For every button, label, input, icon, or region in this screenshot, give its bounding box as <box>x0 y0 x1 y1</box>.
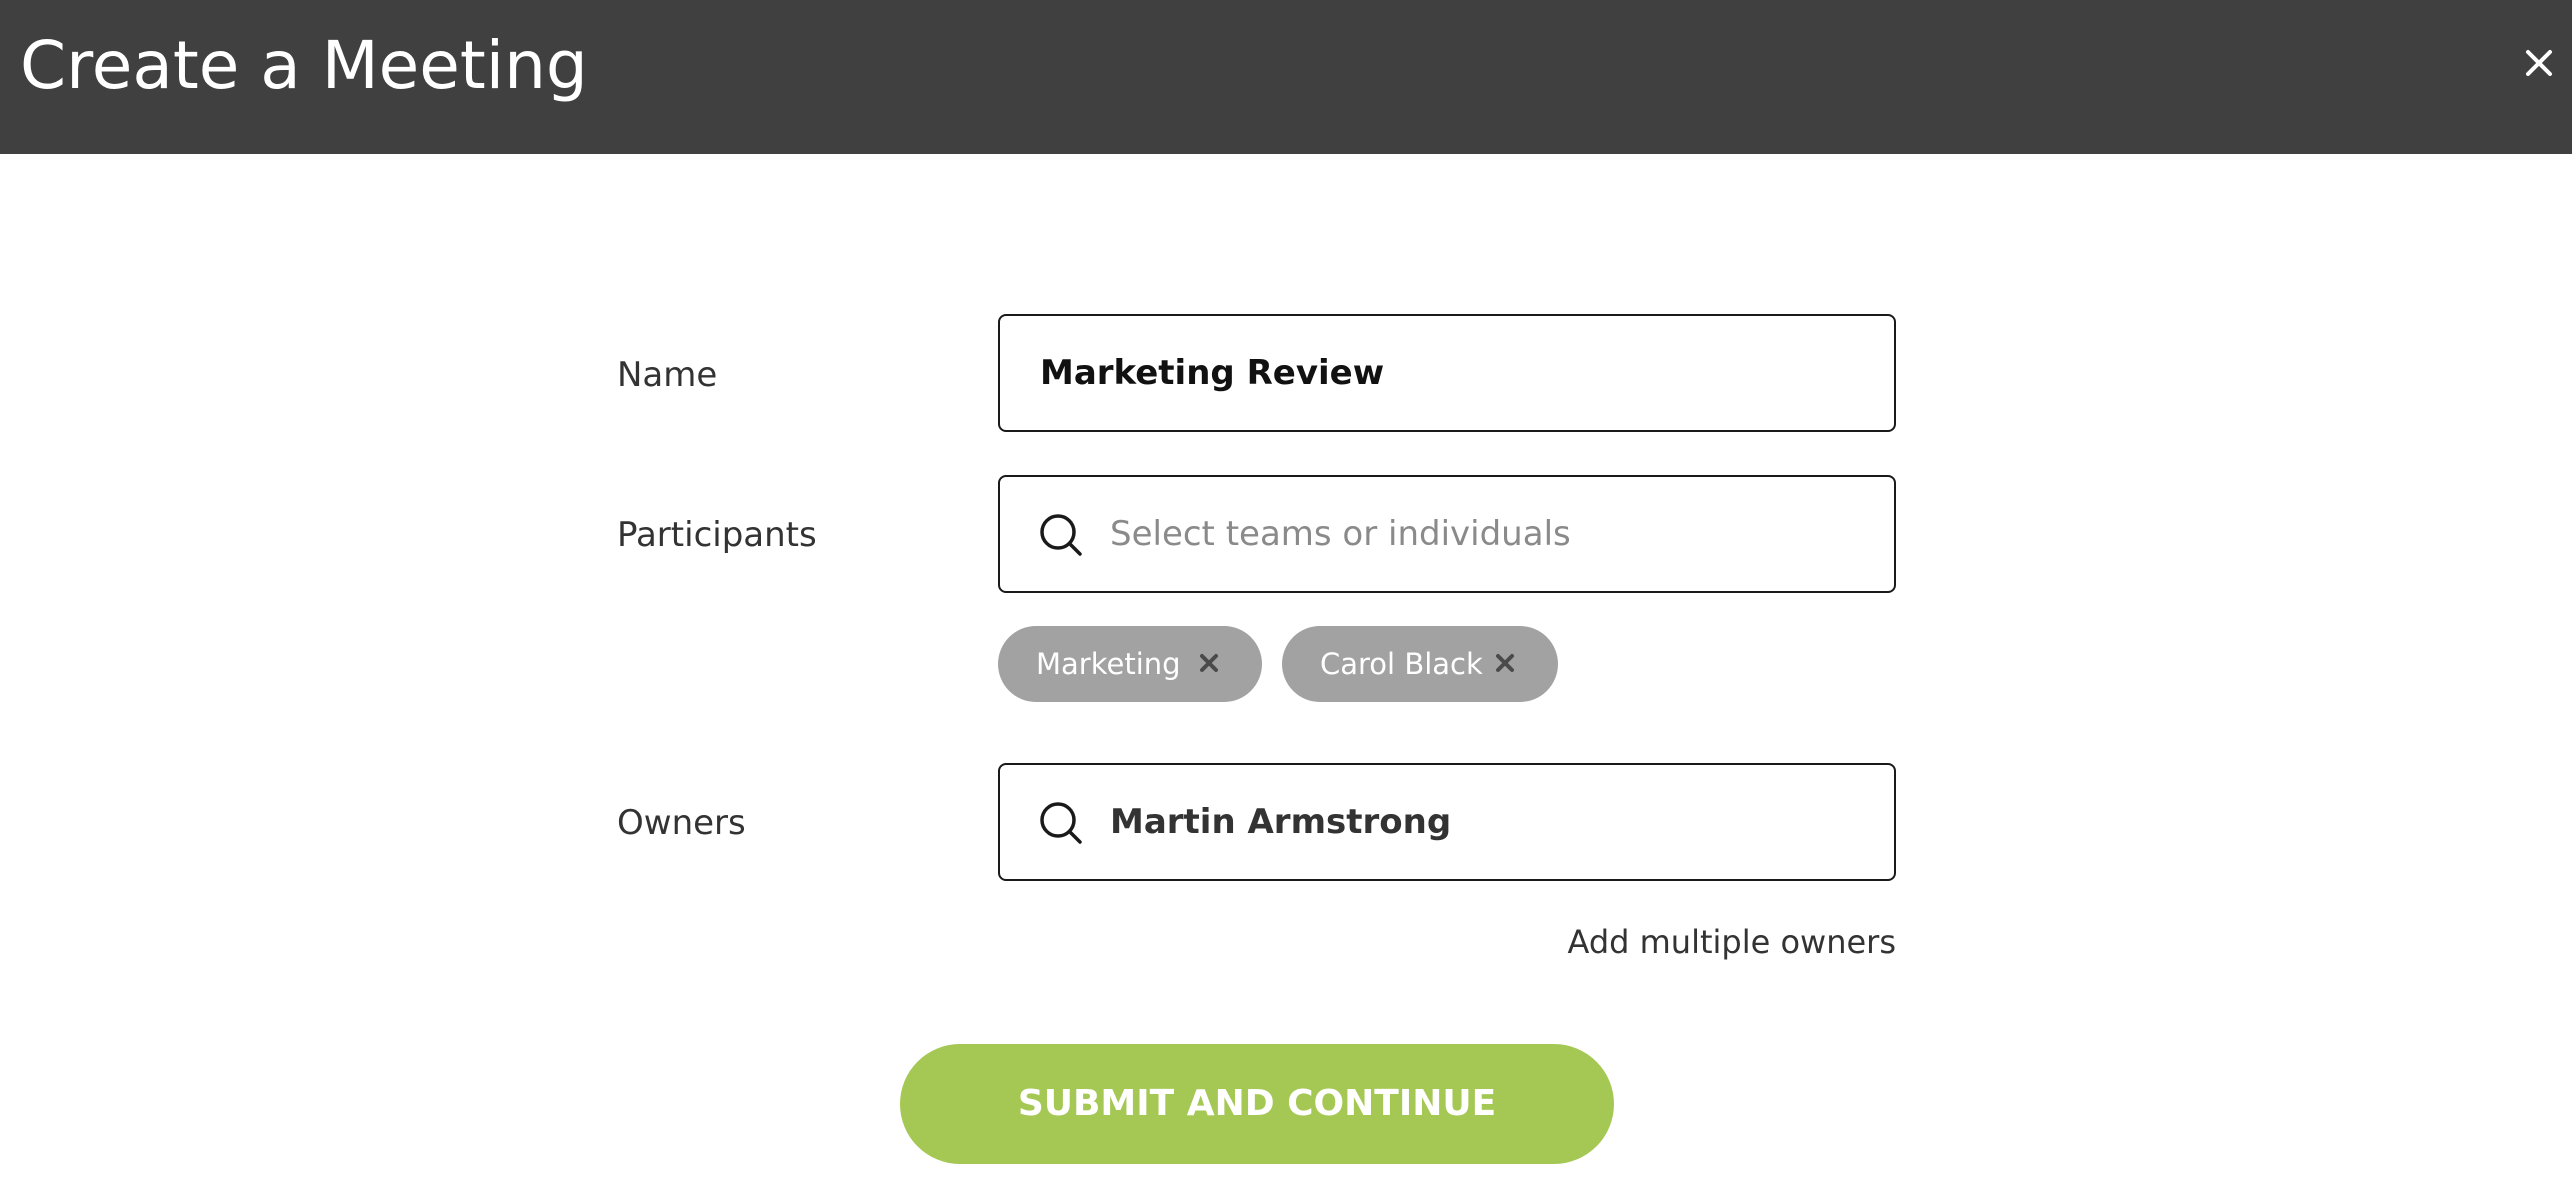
search-icon <box>1038 800 1084 846</box>
close-button[interactable] <box>2514 38 2564 88</box>
submit-and-continue-button[interactable]: SUBMIT AND CONTINUE <box>900 1044 1614 1164</box>
create-meeting-dialog: Create a Meeting Name Participants Marke… <box>0 0 2572 1194</box>
close-icon[interactable] <box>1490 648 1520 678</box>
participant-chip-carol-black[interactable]: Carol Black <box>1282 626 1558 702</box>
name-input[interactable] <box>1040 316 1860 430</box>
owners-label: Owners <box>617 803 746 843</box>
name-label: Name <box>617 355 718 395</box>
close-icon[interactable] <box>1194 648 1224 678</box>
owners-field-container <box>998 763 1896 881</box>
participant-chip-marketing[interactable]: Marketing <box>998 626 1262 702</box>
owners-search-input[interactable] <box>1110 765 1870 879</box>
dialog-header: Create a Meeting <box>0 0 2572 154</box>
participants-label: Participants <box>617 515 817 555</box>
participants-search-input[interactable] <box>1110 477 1870 591</box>
add-multiple-owners-link[interactable]: Add multiple owners <box>1520 920 1896 964</box>
dialog-title: Create a Meeting <box>20 27 588 104</box>
close-icon <box>2514 38 2564 88</box>
submit-button-label: SUBMIT AND CONTINUE <box>1017 1083 1497 1124</box>
participant-chip-label: Carol Black <box>1320 647 1483 681</box>
name-field-container <box>998 314 1896 432</box>
participant-chip-label: Marketing <box>1036 647 1181 681</box>
participants-field-container <box>998 475 1896 593</box>
search-icon <box>1038 512 1084 558</box>
